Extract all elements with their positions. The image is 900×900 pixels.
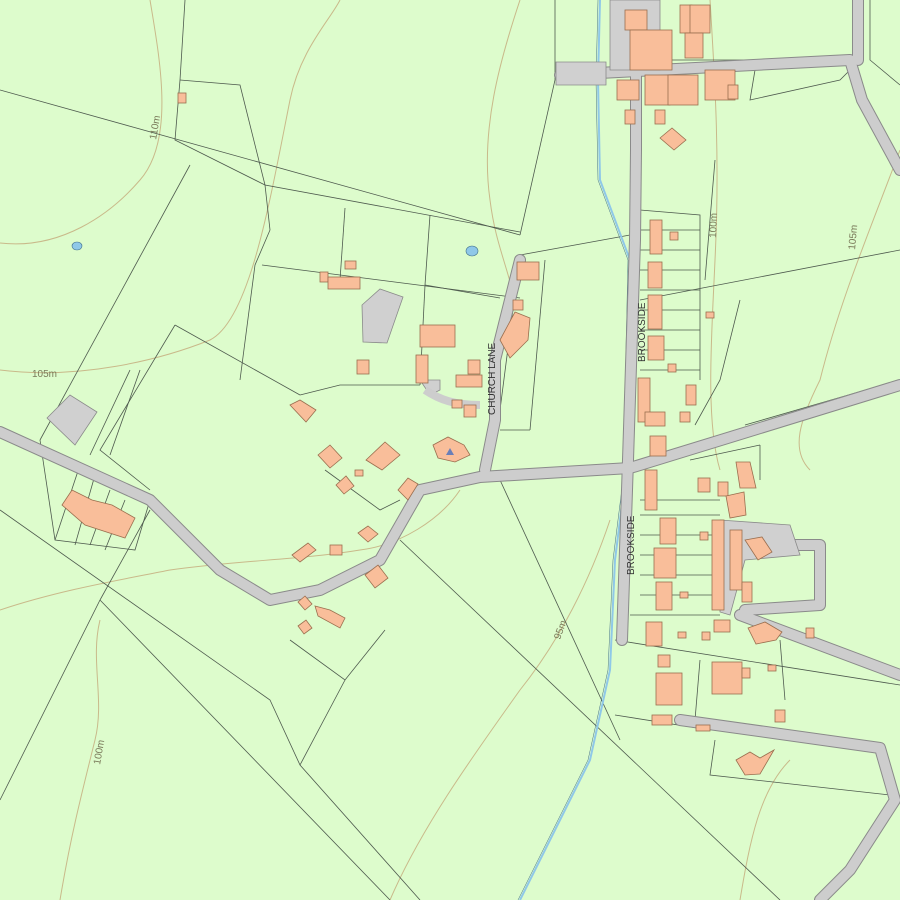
building bbox=[701, 631, 711, 641]
building bbox=[767, 664, 777, 672]
contour-label-100m-centre: 100m bbox=[708, 213, 720, 238]
building bbox=[649, 219, 663, 255]
map-svg: CHURCH LANE BROOKSIDE BROOKSIDE 110m 105… bbox=[0, 0, 900, 900]
contour-label-105m-west: 105m bbox=[32, 369, 57, 380]
building bbox=[644, 74, 671, 106]
road-label-church-lane: CHURCH LANE bbox=[487, 342, 498, 415]
building bbox=[727, 84, 739, 100]
building bbox=[667, 363, 677, 373]
paved-yard bbox=[555, 61, 607, 86]
building bbox=[684, 32, 704, 59]
building bbox=[327, 276, 361, 290]
building bbox=[516, 261, 540, 281]
building bbox=[725, 491, 747, 519]
building bbox=[741, 667, 751, 679]
building bbox=[319, 271, 329, 283]
building bbox=[717, 481, 729, 497]
building bbox=[711, 519, 725, 611]
building bbox=[647, 261, 663, 289]
pond bbox=[465, 245, 479, 257]
building bbox=[415, 354, 429, 384]
building bbox=[344, 260, 357, 270]
building bbox=[451, 399, 463, 409]
building bbox=[679, 591, 689, 599]
building bbox=[685, 384, 697, 406]
building bbox=[419, 324, 456, 348]
building bbox=[354, 469, 364, 477]
contour-label-105m-east: 105m bbox=[847, 224, 860, 250]
building bbox=[177, 92, 187, 104]
ordnance-map[interactable]: CHURCH LANE BROOKSIDE BROOKSIDE 110m 105… bbox=[0, 0, 900, 900]
building bbox=[616, 79, 640, 101]
building bbox=[647, 335, 665, 361]
building bbox=[659, 517, 677, 545]
building bbox=[624, 109, 636, 125]
building bbox=[512, 299, 524, 311]
building bbox=[654, 109, 666, 125]
building bbox=[655, 581, 673, 611]
building bbox=[329, 544, 343, 556]
building bbox=[629, 29, 673, 71]
building bbox=[741, 581, 753, 603]
building bbox=[645, 621, 663, 647]
road-label-brookside-north: BROOKSIDE bbox=[637, 302, 648, 362]
building bbox=[644, 469, 658, 511]
building bbox=[679, 411, 691, 423]
building bbox=[729, 529, 743, 591]
building bbox=[657, 654, 671, 668]
building bbox=[774, 709, 786, 723]
building bbox=[649, 435, 667, 457]
building bbox=[651, 714, 673, 726]
building bbox=[655, 672, 683, 706]
building bbox=[644, 411, 666, 427]
building bbox=[711, 661, 743, 695]
road-label-brookside-south: BROOKSIDE bbox=[626, 515, 637, 575]
building bbox=[677, 631, 687, 639]
building bbox=[467, 359, 481, 375]
building bbox=[705, 311, 715, 319]
building bbox=[667, 74, 699, 106]
building bbox=[689, 4, 711, 34]
building bbox=[647, 294, 663, 330]
building bbox=[713, 619, 731, 633]
building bbox=[697, 477, 711, 493]
building bbox=[463, 404, 477, 418]
building bbox=[695, 724, 711, 732]
building bbox=[699, 531, 709, 541]
building bbox=[805, 627, 815, 639]
building bbox=[356, 359, 370, 375]
building bbox=[653, 547, 677, 579]
building bbox=[669, 231, 679, 241]
building bbox=[455, 374, 483, 388]
building bbox=[624, 9, 648, 31]
pond bbox=[71, 241, 83, 251]
